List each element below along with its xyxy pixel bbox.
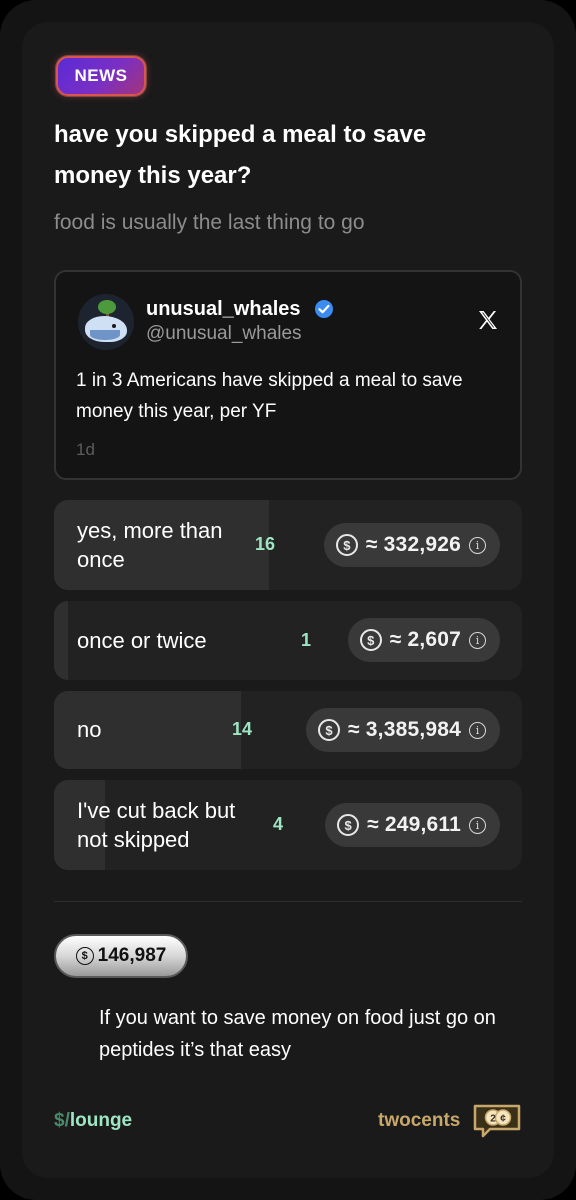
- poll-option-fill: [54, 601, 69, 680]
- news-badge[interactable]: NEWS: [56, 56, 146, 96]
- section-divider: [54, 901, 522, 902]
- info-icon[interactable]: i: [469, 631, 486, 649]
- poll-option-amount: ≈ 249,611: [367, 813, 461, 836]
- poll-option-vote-count: 14: [232, 719, 253, 739]
- comment-text: If you want to save money on food just g…: [99, 1007, 496, 1061]
- poll-option-label: I've cut back but not skipped: [77, 798, 236, 852]
- poll-option-amount-pill[interactable]: $ ≈ 3,385,984 i: [306, 708, 500, 752]
- poll-option-label: once or twice: [77, 628, 207, 653]
- svg-text:¢: ¢: [500, 1114, 506, 1125]
- channel-link[interactable]: $/lounge: [54, 1110, 132, 1132]
- brand-name: twocents: [378, 1110, 461, 1131]
- tweet-author-name[interactable]: unusual_whales: [146, 298, 301, 321]
- svg-text:2: 2: [490, 1114, 496, 1125]
- info-icon[interactable]: i: [469, 816, 486, 834]
- poll-option[interactable]: I've cut back but not skipped 4 $ ≈ 249,…: [54, 780, 522, 870]
- tweet-text: 1 in 3 Americans have skipped a meal to …: [76, 370, 463, 422]
- tweet-author-handle[interactable]: @unusual_whales: [146, 323, 302, 345]
- post-title: have you skipped a meal to save money th…: [54, 121, 427, 189]
- x-logo-icon[interactable]: [476, 308, 500, 332]
- poll-option-vote-count: 4: [273, 814, 284, 834]
- poll-option-amount: ≈ 3,385,984: [348, 718, 461, 741]
- tweet-timestamp: 1d: [76, 440, 95, 459]
- comment-amount: 146,987: [97, 945, 167, 966]
- poll-option-vote-count: 1: [301, 630, 312, 650]
- poll-option-amount: ≈ 332,926: [365, 533, 461, 556]
- whale-eye: [112, 324, 116, 328]
- info-icon[interactable]: i: [469, 536, 486, 554]
- whale-tree: [98, 300, 116, 314]
- whale-belly: [90, 330, 120, 340]
- poll-option[interactable]: yes, more than once 16 $ ≈ 332,926 i: [54, 500, 522, 590]
- app-frame: NEWS have you skipped a meal to save mon…: [0, 0, 576, 1200]
- verified-badge-icon: [315, 300, 333, 318]
- post-subtitle: food is usually the last thing to go: [54, 211, 365, 234]
- dollar-coin-icon: $: [359, 629, 382, 651]
- poll-option-amount-pill[interactable]: $ ≈ 249,611 i: [325, 803, 500, 847]
- twocents-logo-icon[interactable]: 2 ¢: [472, 1103, 522, 1139]
- dollar-coin-icon: $: [337, 814, 360, 836]
- channel-prefix: $/: [54, 1110, 70, 1131]
- poll-option-amount-pill[interactable]: $ ≈ 332,926 i: [323, 523, 500, 567]
- dollar-coin-icon: $: [75, 947, 94, 965]
- poll-option[interactable]: no 14 $ ≈ 3,385,984 i: [54, 691, 522, 769]
- dollar-coin-icon: $: [335, 534, 358, 556]
- poll-option-amount-pill[interactable]: $ ≈ 2,607 i: [347, 618, 500, 662]
- channel-name: lounge: [69, 1110, 133, 1131]
- whale-avatar[interactable]: [78, 294, 134, 350]
- info-icon[interactable]: i: [469, 721, 486, 739]
- poll-option[interactable]: once or twice 1 $ ≈ 2,607 i: [54, 601, 522, 680]
- comment-amount-chip[interactable]: $ 146,987: [54, 934, 188, 978]
- poll-option-amount: ≈ 2,607: [389, 628, 461, 651]
- embedded-tweet[interactable]: unusual_whales @unusual_whales 1 in 3 Am…: [54, 270, 522, 480]
- poll-option-label: yes, more than once: [77, 518, 223, 572]
- dollar-coin-icon: $: [318, 719, 341, 741]
- poll-option-vote-count: 16: [255, 534, 276, 554]
- poll-option-label: no: [77, 717, 102, 742]
